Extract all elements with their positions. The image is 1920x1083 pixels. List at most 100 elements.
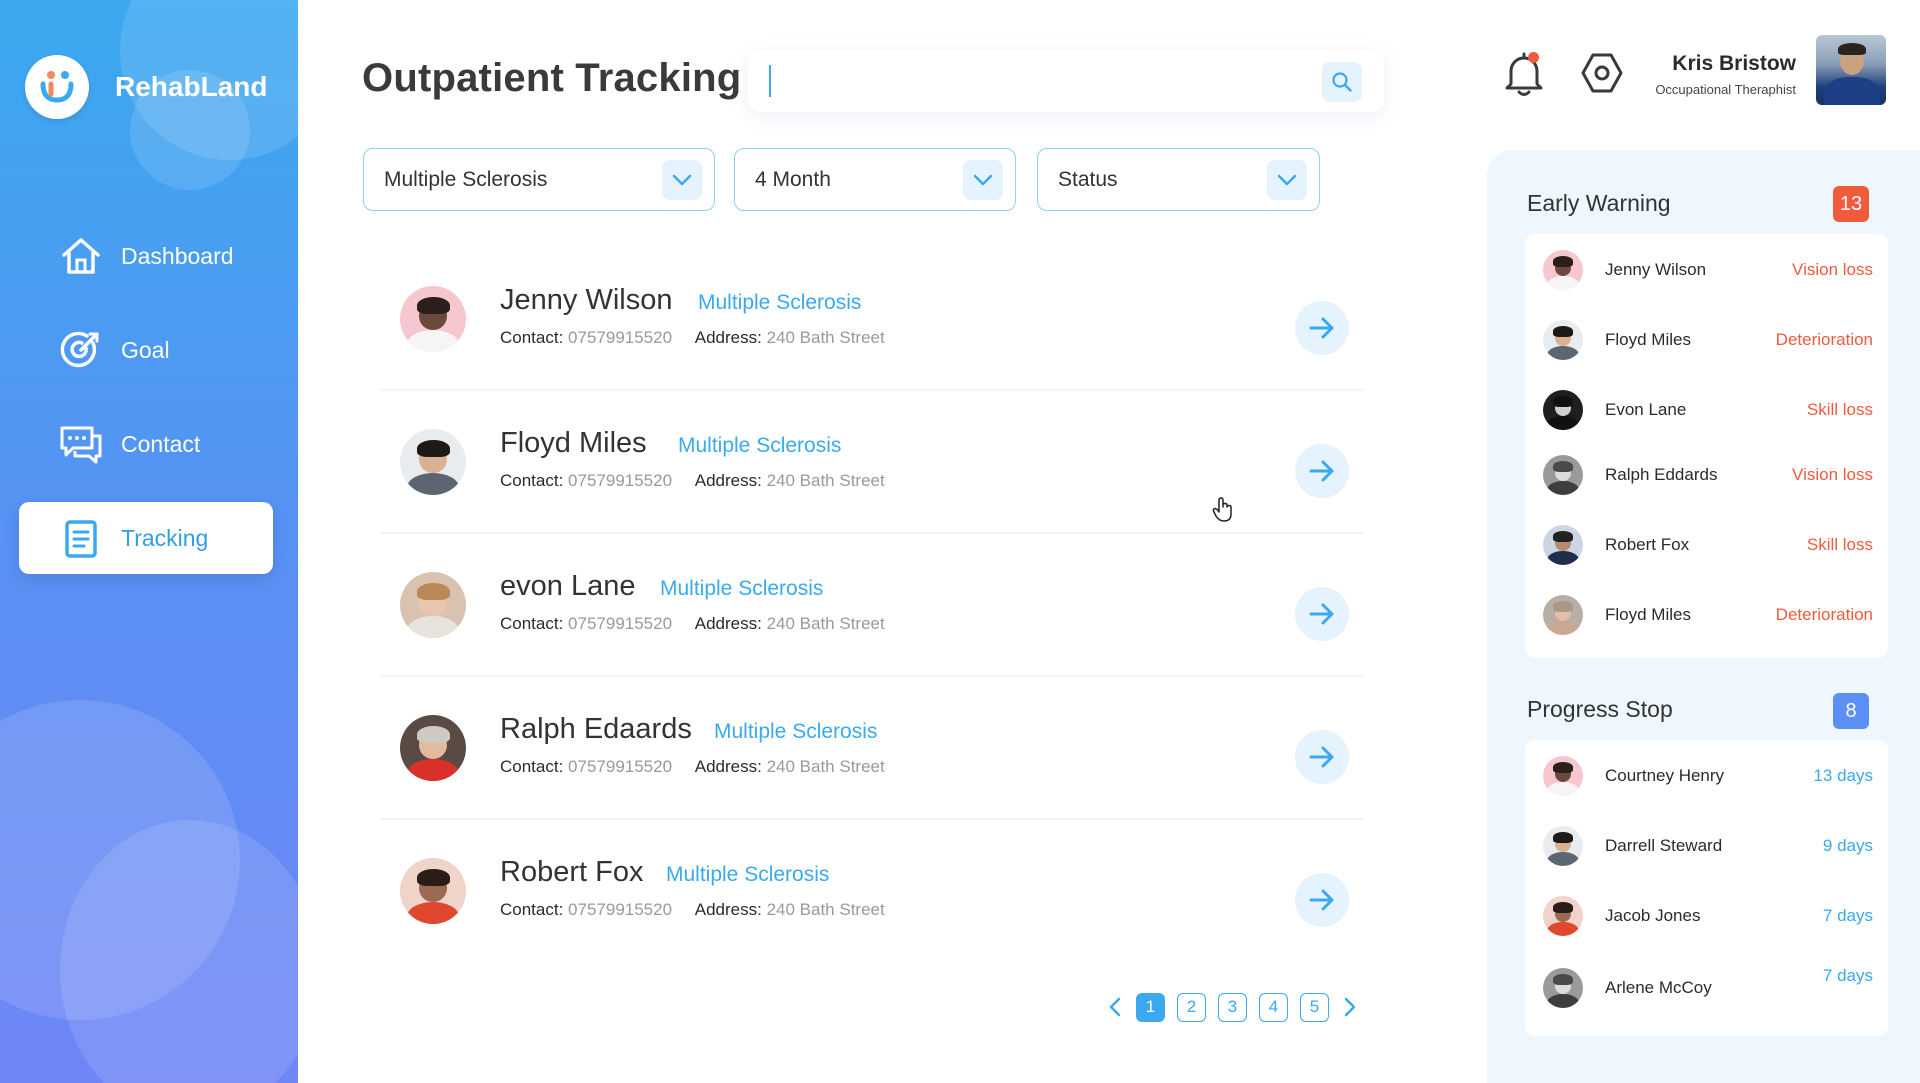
list-item-status: Skill loss <box>1806 535 1873 554</box>
patient-list: Jenny Wilson Multiple Sclerosis Contact:… <box>380 248 1364 963</box>
list-item[interactable]: Floyd Miles Deterioration <box>1543 593 1873 637</box>
search-button[interactable] <box>1322 62 1362 102</box>
avatar <box>1543 525 1583 565</box>
list-item[interactable]: Arlene McCoy 7 days <box>1543 966 1873 1010</box>
list-item-duration: 9 days <box>1822 836 1873 855</box>
progress-stop-card: Courtney Henry 13 days Darrell Steward 9… <box>1525 740 1888 1036</box>
list-item-status: Vision loss <box>1792 465 1873 484</box>
list-item-name: Robert Fox <box>1605 535 1690 554</box>
address-label: Address: <box>694 757 762 776</box>
open-patient-button[interactable] <box>1295 587 1349 641</box>
open-patient-button[interactable] <box>1295 444 1349 498</box>
list-item-name: Floyd Miles <box>1605 330 1691 349</box>
contact-label: Contact: <box>500 900 564 919</box>
address-label: Address: <box>694 328 762 347</box>
avatar <box>1543 968 1583 1008</box>
address-value: 240 Bath Street <box>766 900 885 919</box>
patient-condition: Multiple Sclerosis <box>660 577 824 600</box>
patient-name: Ralph Edaards <box>500 713 692 745</box>
contact-value: 07579915520 <box>568 757 673 776</box>
patient-row[interactable]: Ralph Edaards Multiple Sclerosis Contact… <box>380 677 1364 820</box>
patient-name: Jenny Wilson <box>500 284 673 316</box>
page-button-2[interactable]: 2 <box>1177 992 1206 1022</box>
open-patient-button[interactable] <box>1295 873 1349 927</box>
patient-avatar <box>400 429 466 495</box>
list-item-name: Jenny Wilson <box>1605 260 1707 279</box>
search-input[interactable] <box>778 62 1298 100</box>
list-item[interactable]: Ralph Eddards Vision loss <box>1543 453 1873 497</box>
list-item-duration: 13 days <box>1813 766 1873 785</box>
text-caret <box>769 65 771 97</box>
patient-info: Contact: 07579915520 Address: 240 Bath S… <box>500 328 885 348</box>
list-item-status: Vision loss <box>1792 260 1873 279</box>
arrow-right-icon <box>1309 317 1334 339</box>
list-item-duration: 7 days <box>1822 906 1873 925</box>
patient-row[interactable]: evon Lane Multiple Sclerosis Contact: 07… <box>380 534 1364 677</box>
avatar <box>1543 595 1583 635</box>
list-item[interactable]: Jenny Wilson Vision loss <box>1543 248 1873 292</box>
sidebar-item-contact[interactable]: Contact <box>19 408 273 480</box>
list-item-name: Courtney Henry <box>1605 766 1725 785</box>
patient-row[interactable]: Jenny Wilson Multiple Sclerosis Contact:… <box>380 248 1364 391</box>
condition-dropdown[interactable]: Multiple Sclerosis <box>363 148 715 211</box>
settings-icon <box>1581 53 1623 93</box>
contact-value: 07579915520 <box>568 328 673 347</box>
patient-avatar <box>400 572 466 638</box>
sidebar-item-tracking[interactable]: Tracking <box>19 502 273 574</box>
right-panel: Early Warning 13 Jenny Wilson Vision los… <box>1487 150 1920 1083</box>
sidebar-item-label: Contact <box>121 430 201 457</box>
prev-page-button[interactable] <box>1100 992 1130 1022</box>
chevron-left-icon <box>1109 997 1121 1017</box>
hand-cursor-icon <box>1212 497 1234 523</box>
patient-condition: Multiple Sclerosis <box>678 434 842 457</box>
page-button-5[interactable]: 5 <box>1300 992 1329 1022</box>
list-item[interactable]: Courtney Henry 13 days <box>1543 754 1873 798</box>
early-warning-card: Jenny Wilson Vision loss Floyd Miles Det… <box>1525 234 1888 658</box>
next-page-button[interactable] <box>1335 992 1365 1022</box>
address-value: 240 Bath Street <box>766 471 885 490</box>
sidebar-item-label: Tracking <box>121 524 209 551</box>
status-dropdown[interactable]: Status <box>1037 148 1320 211</box>
status-dropdown-value: Status <box>1058 167 1118 191</box>
period-dropdown[interactable]: 4 Month <box>734 148 1016 211</box>
pagination: 1 2 3 4 5 <box>1100 992 1365 1022</box>
notification-button[interactable] <box>1502 50 1546 98</box>
open-patient-button[interactable] <box>1295 301 1349 355</box>
progress-stop-count-badge: 8 <box>1833 693 1869 729</box>
search-bar[interactable] <box>748 50 1384 112</box>
open-patient-button[interactable] <box>1295 730 1349 784</box>
sidebar-item-dashboard[interactable]: Dashboard <box>19 220 273 292</box>
brand-name: RehabLand <box>115 71 268 102</box>
contact-label: Contact: <box>500 757 564 776</box>
target-icon <box>59 328 103 372</box>
settings-button[interactable] <box>1579 50 1625 96</box>
patient-condition: Multiple Sclerosis <box>698 291 862 314</box>
list-item[interactable]: Darrell Steward 9 days <box>1543 824 1873 868</box>
address-value: 240 Bath Street <box>766 614 885 633</box>
list-item[interactable]: Floyd Miles Deterioration <box>1543 318 1873 362</box>
brand[interactable]: RehabLand <box>25 55 267 119</box>
arrow-right-icon <box>1309 889 1334 911</box>
patient-info: Contact: 07579915520 Address: 240 Bath S… <box>500 471 885 491</box>
patient-condition: Multiple Sclerosis <box>666 863 830 886</box>
user-name: Kris Bristow <box>1672 52 1796 75</box>
patient-info: Contact: 07579915520 Address: 240 Bath S… <box>500 614 885 634</box>
sidebar-item-goal[interactable]: Goal <box>19 314 273 386</box>
list-item[interactable]: Robert Fox Skill loss <box>1543 523 1873 567</box>
avatar[interactable] <box>1816 35 1886 105</box>
address-label: Address: <box>694 471 762 490</box>
list-item-name: Evon Lane <box>1605 400 1687 419</box>
page-button-4[interactable]: 4 <box>1259 992 1288 1022</box>
list-item[interactable]: Jacob Jones 7 days <box>1543 894 1873 938</box>
arrow-right-icon <box>1309 603 1334 625</box>
list-item-name: Arlene McCoy <box>1605 978 1712 997</box>
contact-label: Contact: <box>500 328 564 347</box>
page-button-3[interactable]: 3 <box>1218 992 1247 1022</box>
patient-row[interactable]: Robert Fox Multiple Sclerosis Contact: 0… <box>380 820 1364 963</box>
patient-name: evon Lane <box>500 570 636 602</box>
sidebar-item-label: Dashboard <box>121 242 234 269</box>
page-button-1[interactable]: 1 <box>1136 992 1165 1022</box>
contact-value: 07579915520 <box>568 471 673 490</box>
list-item[interactable]: Evon Lane Skill loss <box>1543 388 1873 432</box>
search-icon <box>1332 72 1352 92</box>
